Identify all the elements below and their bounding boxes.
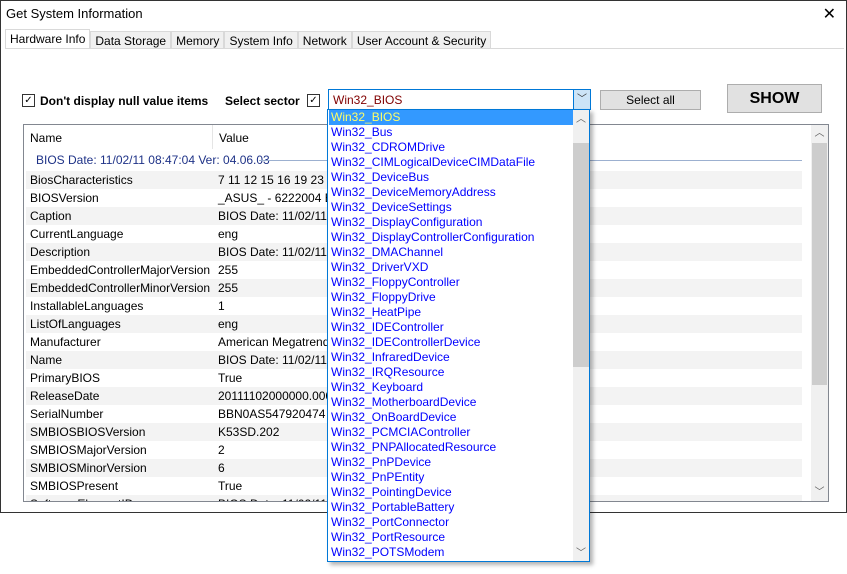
select-all-button[interactable]: Select all [600, 90, 701, 110]
dropdown-scrollbar[interactable]: ︿ ﹀ [573, 110, 589, 561]
property-value: True [218, 479, 243, 493]
chevron-up-icon[interactable]: ︿ [811, 125, 828, 142]
property-value: BIOS Date: 11/02/11 0 [218, 353, 337, 367]
dropdown-item[interactable]: Win32_PortResource [329, 530, 574, 545]
chevron-up-icon[interactable]: ︿ [573, 110, 589, 125]
scrollbar-thumb[interactable] [812, 143, 827, 385]
null-values-checkbox[interactable]: ✓ [22, 94, 35, 107]
property-name: SMBIOSMinorVersion [30, 461, 147, 475]
dropdown-item[interactable]: Win32_PortConnector [329, 515, 574, 530]
dropdown-item[interactable]: Win32_DisplayConfiguration [329, 215, 574, 230]
dropdown-item[interactable]: Win32_PortableBattery [329, 500, 574, 515]
tab-memory[interactable]: Memory [171, 31, 225, 49]
property-name: Name [30, 353, 63, 367]
dropdown-item[interactable]: Win32_BIOS [329, 110, 574, 125]
property-value: 255 [218, 281, 239, 295]
dropdown-item[interactable]: Win32_OnBoardDevice [329, 410, 574, 425]
tab-hardware-info[interactable]: Hardware Info [5, 29, 91, 49]
scrollbar-thumb[interactable] [573, 143, 589, 367]
dropdown-item[interactable]: Win32_CDROMDrive [329, 140, 574, 155]
dropdown-item[interactable]: Win32_DriverVXD [329, 260, 574, 275]
property-name: EmbeddedControllerMinorVersion [30, 281, 211, 295]
property-name: Caption [30, 209, 72, 223]
property-name: PrimaryBIOS [30, 371, 101, 385]
dropdown-item[interactable]: Win32_MotherboardDevice [329, 395, 574, 410]
property-name: EmbeddedControllerMajorVersion [30, 263, 211, 277]
property-value: BIOS Date: 11/02/11 0 [218, 245, 337, 259]
column-divider [212, 125, 213, 149]
dropdown-item[interactable]: Win32_PointingDevice [329, 485, 574, 500]
property-value: BBN0AS547920474 [218, 407, 326, 421]
property-name: InstallableLanguages [30, 299, 144, 313]
property-value: 6 [218, 461, 225, 475]
dropdown-item[interactable]: Win32_PNPAllocatedResource [329, 440, 574, 455]
property-name: ListOfLanguages [30, 317, 121, 331]
property-value: American Megatrends I [218, 335, 343, 349]
dropdown-item[interactable]: Win32_IDEControllerDevice [329, 335, 574, 350]
dropdown-item[interactable]: Win32_Bus [329, 125, 574, 140]
property-name: BIOSVersion [30, 191, 99, 205]
dropdown-item[interactable]: Win32_PnPEntity [329, 470, 574, 485]
column-header-value[interactable]: Value [219, 131, 249, 145]
dropdown-item[interactable]: Win32_PnPDevice [329, 455, 574, 470]
dropdown-item[interactable]: Win32_DeviceBus [329, 170, 574, 185]
dropdown-item[interactable]: Win32_InfraredDevice [329, 350, 574, 365]
dropdown-item[interactable]: Win32_DMAChannel [329, 245, 574, 260]
tab-user-account-security[interactable]: User Account & Security [351, 31, 492, 49]
dropdown-item[interactable]: Win32_CIMLogicalDeviceCIMDataFile [329, 155, 574, 170]
dropdown-item[interactable]: Win32_IDEController [329, 320, 574, 335]
property-name: Manufacturer [30, 335, 101, 349]
property-name: SMBIOSPresent [30, 479, 119, 493]
chevron-down-icon[interactable]: ﹀ [573, 90, 590, 109]
dropdown-item[interactable]: Win32_DeviceMemoryAddress [329, 185, 574, 200]
dropdown-item[interactable]: Win32_DisplayControllerConfiguration [329, 230, 574, 245]
property-value: 7 11 12 15 16 19 23 24 [218, 173, 341, 187]
tab-network[interactable]: Network [297, 31, 352, 49]
dropdown-item[interactable]: Win32_Keyboard [329, 380, 574, 395]
property-value: K53SD.202 [218, 425, 280, 439]
dropdown-item[interactable]: Win32_HeatPipe [329, 305, 574, 320]
property-name: CurrentLanguage [30, 227, 124, 241]
property-value: eng [218, 317, 239, 331]
property-value: 1 [218, 299, 225, 313]
null-values-label: Don't display null value items [40, 94, 209, 108]
property-name: ReleaseDate [30, 389, 100, 403]
dropdown-item[interactable]: Win32_FloppyDrive [329, 290, 574, 305]
property-value: BIOS Date: 11/02/11 0 [218, 209, 337, 223]
select-sector-label: Select sector [225, 94, 300, 108]
dropdown-item[interactable]: Win32_PCMCIAController [329, 425, 574, 440]
property-name: SMBIOSMajorVersion [30, 443, 147, 457]
dropdown-item[interactable]: Win32_FloppyController [329, 275, 574, 290]
property-name: BiosCharacteristics [30, 173, 133, 187]
property-value: 2 [218, 443, 225, 457]
property-value: eng [218, 227, 239, 241]
property-value: 255 [218, 263, 239, 277]
sector-combobox[interactable]: Win32_BIOS ﹀ [328, 89, 591, 110]
sector-value: Win32_BIOS [333, 93, 403, 107]
tab-bar: Hardware Info Data Storage Memory System In… [5, 29, 492, 49]
property-value: BIOS Date: 11/02/11 0 [218, 497, 337, 501]
property-name: SerialNumber [30, 407, 104, 421]
tab-system-info[interactable]: System Info [224, 31, 298, 49]
chevron-down-icon[interactable]: ﹀ [573, 544, 589, 559]
property-value: 20111102000000.0000 [218, 389, 339, 403]
dropdown-item[interactable]: Win32_DeviceSettings [329, 200, 574, 215]
dropdown-item[interactable]: Win32_POTSModem [329, 545, 574, 560]
property-name: Description [30, 245, 91, 259]
window-title: Get System Information [6, 6, 143, 21]
tab-data-storage[interactable]: Data Storage [90, 31, 172, 49]
group-header: BIOS Date: 11/02/11 08:47:04 Ver: 04.06.… [36, 153, 270, 167]
property-value: True [218, 371, 243, 385]
dropdown-item[interactable]: Win32_IRQResource [329, 365, 574, 380]
sector-dropdown-list[interactable]: Win32_BIOS Win32_Bus Win32_CDROMDrive Win32… [327, 109, 590, 562]
column-header-name[interactable]: Name [30, 131, 62, 145]
show-button[interactable]: SHOW [727, 84, 822, 113]
close-icon[interactable]: ✕ [823, 4, 836, 24]
property-name: SMBIOSBIOSVersion [30, 425, 146, 439]
select-sector-checkbox[interactable]: ✓ [307, 94, 320, 107]
property-name: SoftwareElementID [30, 497, 133, 501]
list-scrollbar[interactable]: ︿ ﹀ [811, 125, 828, 501]
chevron-down-icon[interactable]: ﹀ [811, 484, 828, 501]
